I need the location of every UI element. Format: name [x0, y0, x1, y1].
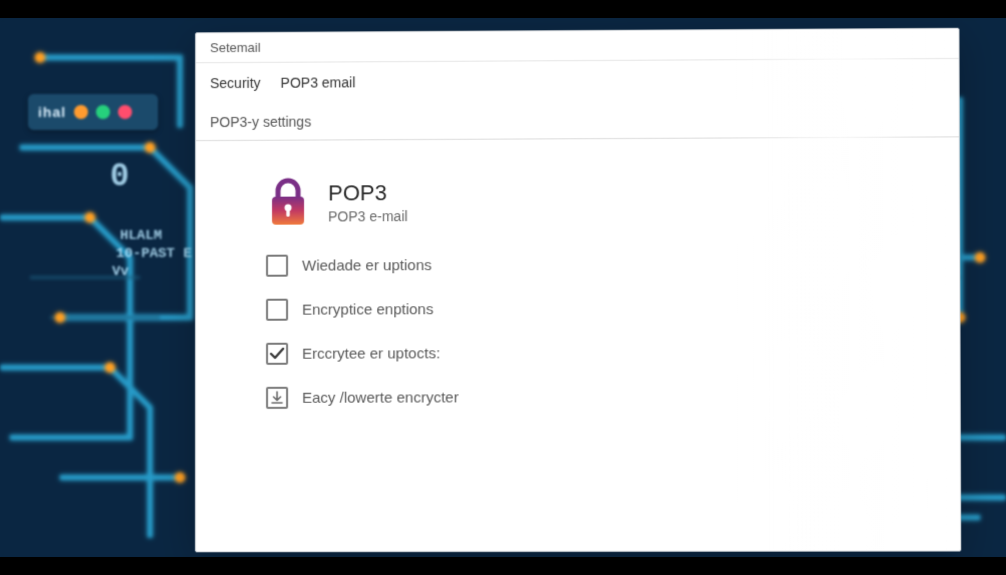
download-icon[interactable]: [266, 387, 288, 409]
option-label-1: Encryptice enptions: [302, 301, 433, 318]
subheader-text: POP3-y settings: [210, 113, 311, 130]
window-title: Setemail: [210, 40, 261, 55]
option-label-2: Erccrytee er uptocts:: [302, 345, 440, 362]
status-dot-1: [74, 105, 88, 119]
option-row-3: Eacy /lowerte encrycter: [266, 385, 919, 409]
desktop-mono-3: Vv: [112, 264, 129, 280]
option-row-1: Encryptice enptions: [266, 297, 919, 321]
desktop-mono-2: 10-PAST E: [116, 246, 192, 262]
tab-security[interactable]: Security: [210, 75, 261, 91]
hero-subtitle: POP3 e-mail: [328, 208, 408, 224]
option-label-0: Wiedade er uptions: [302, 257, 432, 275]
checkbox-encryptice[interactable]: [266, 299, 288, 321]
desktop-widget-badge: ihal: [28, 94, 158, 130]
checkbox-wiedade[interactable]: [266, 255, 288, 277]
option-row-2: Erccrytee er uptocts:: [266, 341, 919, 365]
desktop-background: ihal 0 HLALM 10-PAST E Vv Setemail Secur…: [0, 18, 1006, 557]
tab-pop3-email[interactable]: POP3 email: [281, 74, 356, 90]
badge-label: ihal: [38, 104, 66, 120]
page-subheader: POP3-y settings: [196, 99, 959, 141]
desktop-mono-1: HLALM: [120, 228, 162, 244]
hero-row: POP3 POP3 e-mail: [266, 174, 919, 229]
status-dot-3: [118, 105, 132, 119]
desktop-mono-0: 0: [110, 158, 129, 195]
window-titlebar[interactable]: Setemail: [196, 29, 959, 63]
tab-bar: Security POP3 email: [196, 59, 959, 103]
option-row-0: Wiedade er uptions: [266, 252, 919, 277]
hero-title: POP3: [328, 180, 408, 206]
option-label-3: Eacy /lowerte encrycter: [302, 389, 458, 406]
lock-icon: [266, 177, 310, 229]
status-dot-2: [96, 105, 110, 119]
settings-window: Setemail Security POP3 email POP3-y sett…: [195, 28, 961, 553]
checkbox-erccrytee[interactable]: [266, 343, 288, 365]
